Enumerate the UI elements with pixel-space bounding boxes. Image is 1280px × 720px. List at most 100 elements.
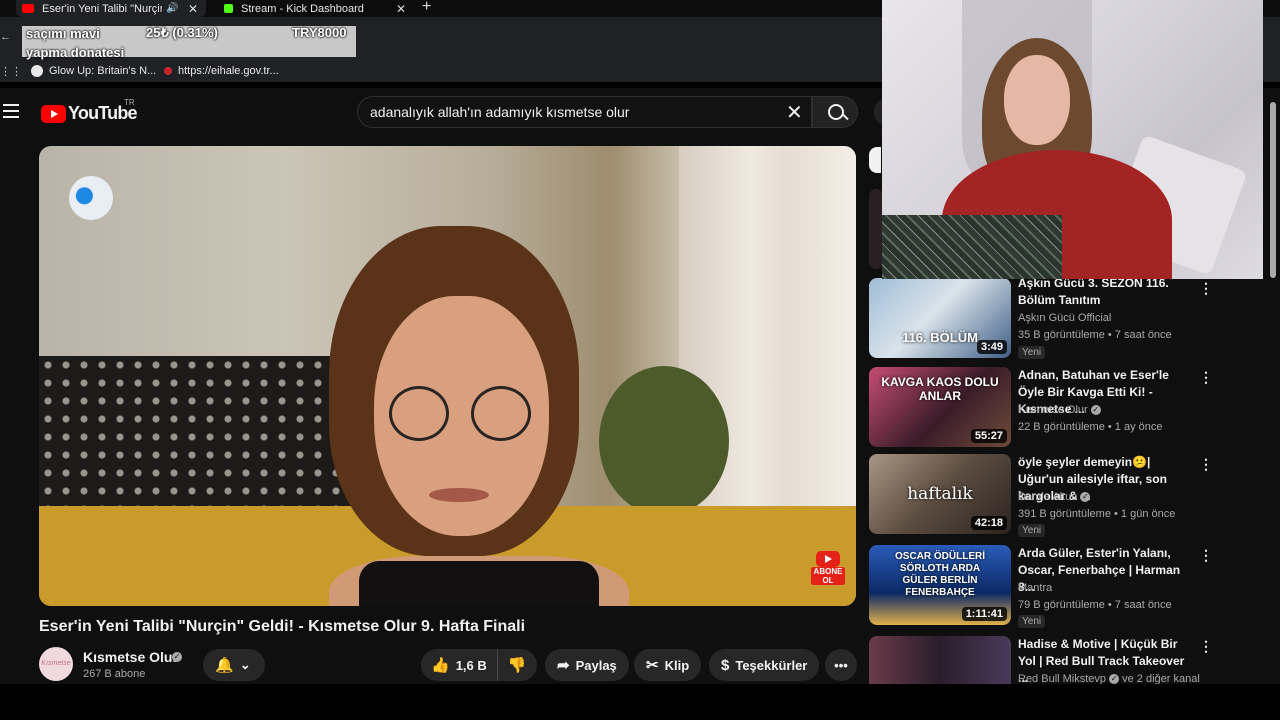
- channel-avatar[interactable]: Kısmetse Olur: [39, 647, 73, 681]
- share-button[interactable]: ➦ Paylaş: [545, 649, 629, 681]
- channel-name-label: Kısmetse Olur: [1018, 404, 1088, 416]
- new-tab-button[interactable]: +: [422, 0, 431, 16]
- kanal-d-logo-icon: [69, 176, 113, 220]
- share-icon: ➦: [557, 657, 570, 674]
- clip-button[interactable]: ✂ Klip: [634, 649, 702, 681]
- search-input[interactable]: adanalıyık allah'ın adamıyık kısmetse ol…: [370, 104, 629, 120]
- video-duration: 3:49: [976, 340, 1007, 354]
- new-badge: Yeni: [1018, 346, 1046, 359]
- thumbnail-text: KAVGA KAOS DOLU ANLAR: [881, 375, 999, 403]
- thumbs-down-icon: 👎: [507, 657, 527, 674]
- tab-kick-dashboard[interactable]: Stream - Kick Dashboard ✕: [218, 0, 414, 17]
- channel-name[interactable]: Kısmetse Olur ✓: [1018, 404, 1101, 416]
- video-thumbnail[interactable]: 116. BÖLÜM 3:49: [869, 278, 1011, 358]
- search-box[interactable]: adanalıyık allah'ın adamıyık kısmetse ol…: [357, 96, 812, 128]
- youtube-favicon-icon: [22, 4, 34, 13]
- subscriber-count: 267 B abone: [83, 668, 146, 680]
- thanks-button[interactable]: $ Teşekkürler: [709, 649, 820, 681]
- scrollbar-thumb[interactable]: [1270, 102, 1276, 278]
- chevron-down-icon: ⌄: [239, 657, 251, 672]
- video-thumbnail[interactable]: KAVGA KAOS DOLU ANLAR 55:27: [869, 367, 1011, 447]
- tab-title: Eser'in Yeni Talibi "Nurçin" G: [42, 2, 162, 15]
- notification-bell-button[interactable]: 🔔 ⌄: [203, 649, 265, 681]
- share-label: Paylaş: [575, 657, 617, 673]
- scissors-icon: ✂: [646, 657, 659, 674]
- back-icon[interactable]: ←: [0, 31, 11, 43]
- clip-label: Klip: [664, 657, 690, 673]
- tab-title: Stream - Kick Dashboard: [241, 2, 364, 15]
- thumbs-up-icon: 👍: [431, 657, 450, 674]
- verified-icon: ✓: [172, 652, 182, 662]
- eihale-favicon-icon: [164, 67, 172, 75]
- video-player[interactable]: ABONE OL: [39, 146, 856, 606]
- bookmark-glow-up[interactable]: Glow Up: Britain's N...: [31, 65, 156, 77]
- youtube-play-icon: [41, 104, 66, 123]
- donation-amount: 25₺ (0.31%): [146, 25, 218, 40]
- kebab-menu-icon[interactable]: ⋮: [1199, 369, 1213, 386]
- subscribe-watermark-text: ABONE OL: [811, 567, 845, 585]
- bookmark-label: Glow Up: Britain's N...: [49, 65, 157, 77]
- video-duration: 55:27: [970, 429, 1007, 443]
- hamburger-menu-icon[interactable]: [3, 104, 19, 118]
- channel-name[interactable]: Mantra: [1018, 582, 1052, 594]
- youtube-play-icon: [816, 551, 840, 567]
- super-thanks-icon: $: [721, 656, 730, 674]
- channel-name-label: Damla Altun: [1018, 491, 1078, 503]
- recommended-video-1[interactable]: 116. BÖLÜM 3:49 Aşkın Gücü 3. SEZON 116.…: [869, 275, 1213, 359]
- like-dislike-group: 👍 1,6 B 👎: [421, 649, 537, 681]
- kebab-menu-icon[interactable]: ⋮: [1199, 456, 1213, 473]
- channel-name[interactable]: Aşkın Gücü Official: [1018, 312, 1111, 324]
- channel-name-label: Red Bull Mikstevp: [1018, 673, 1107, 684]
- video-thumbnail[interactable]: [869, 189, 883, 269]
- video-duration: 1:11:41: [961, 607, 1007, 621]
- video-thumbnail[interactable]: OSCAR ÖDÜLLERİ SÖRLOTH ARDA GÜLER BERLİN…: [869, 545, 1011, 625]
- recommended-video-2[interactable]: KAVGA KAOS DOLU ANLAR 55:27 Adnan, Batuh…: [869, 367, 1213, 447]
- recommended-video-3[interactable]: haftalık 42:18 öyle şeyler demeyin😕| Uğu…: [869, 454, 1213, 537]
- donation-overlay: saçımı mavi 25₺ (0.31%) TRY8000 yapma do…: [22, 25, 356, 60]
- search-icon[interactable]: [812, 96, 858, 128]
- close-tab-icon[interactable]: ✕: [182, 2, 198, 16]
- video-duration: 42:18: [970, 516, 1007, 530]
- video-frame-person: [289, 226, 669, 606]
- dislike-button[interactable]: 👎: [498, 656, 537, 674]
- bookmark-label: https://eihale.gov.tr...: [178, 65, 279, 77]
- like-button[interactable]: 👍 1,6 B: [421, 649, 498, 681]
- more-icon: •••: [834, 657, 848, 673]
- tab-youtube-video[interactable]: Eser'in Yeni Talibi "Nurçin" G 🔊 ✕: [16, 0, 206, 17]
- recommended-video-5[interactable]: Hadise & Motive | Küçük Bir Yol | Red Bu…: [869, 636, 1213, 684]
- video-meta: 35 B görüntüleme • 7 saat önce: [1018, 329, 1172, 341]
- globe-icon: [31, 65, 43, 77]
- video-thumbnail[interactable]: [869, 636, 1011, 684]
- channel-name[interactable]: Red Bull Mikstevp ✓ ve 2 diğer kanal: [1018, 673, 1200, 684]
- apps-icon[interactable]: ⋮⋮: [0, 65, 22, 78]
- kebab-menu-icon[interactable]: ⋮: [1199, 547, 1213, 564]
- bell-icon: 🔔: [215, 657, 234, 674]
- bottom-letterbox: [0, 684, 1280, 720]
- new-badge: Yeni: [1018, 524, 1046, 537]
- webcam-overlay: [882, 0, 1263, 279]
- youtube-logo[interactable]: YouTube TR: [41, 98, 138, 124]
- speaker-icon[interactable]: 🔊: [166, 3, 178, 14]
- video-meta: 22 B görüntüleme • 1 ay önce: [1018, 421, 1163, 433]
- channel-name[interactable]: Kısmetse Olur: [83, 649, 178, 665]
- clear-search-icon[interactable]: ✕: [786, 100, 803, 125]
- video-thumbnail[interactable]: haftalık 42:18: [869, 454, 1011, 534]
- video-title[interactable]: Aşkın Gücü 3. SEZON 116. Bölüm Tanıtım: [1018, 275, 1190, 309]
- thumbnail-text: OSCAR ÖDÜLLERİ SÖRLOTH ARDA GÜLER BERLİN…: [895, 551, 985, 598]
- video-title: Eser'in Yeni Talibi "Nurçin" Geldi! - Kı…: [39, 618, 526, 635]
- verified-icon: ✓: [1109, 674, 1120, 684]
- filter-chip[interactable]: [869, 147, 881, 173]
- bookmark-eihale[interactable]: https://eihale.gov.tr...: [164, 65, 279, 77]
- thumbnail-text: haftalık: [907, 484, 973, 504]
- kebab-menu-icon[interactable]: ⋮: [1199, 280, 1213, 297]
- close-tab-icon[interactable]: ✕: [390, 2, 406, 16]
- donation-message-line2: yapma donatesi: [26, 45, 125, 60]
- recommended-video-4[interactable]: OSCAR ÖDÜLLERİ SÖRLOTH ARDA GÜLER BERLİN…: [869, 545, 1213, 628]
- new-badge: Yeni: [1018, 615, 1046, 628]
- like-count: 1,6 B: [455, 657, 487, 673]
- kick-favicon-icon: [224, 4, 233, 13]
- more-actions-button[interactable]: •••: [825, 649, 857, 681]
- kebab-menu-icon[interactable]: ⋮: [1199, 638, 1213, 655]
- channel-name[interactable]: Damla Altun ✓: [1018, 491, 1091, 503]
- subscribe-watermark[interactable]: ABONE OL: [811, 551, 845, 585]
